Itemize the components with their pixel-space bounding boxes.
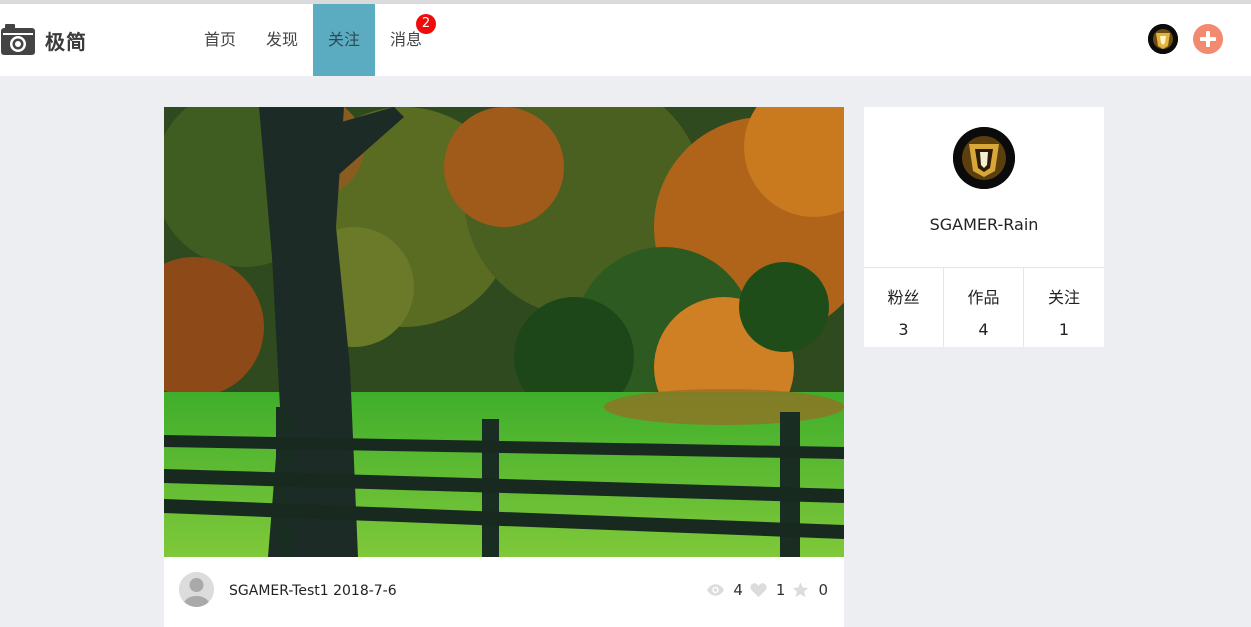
post-card: SGAMER-Test1 2018-7-6 4 1 0: [164, 107, 844, 627]
stat-value: 3: [898, 320, 909, 339]
eye-icon: [707, 584, 725, 596]
author-info: SGAMER-Test1 2018-7-6: [229, 583, 397, 599]
stat-followers[interactable]: 粉丝 3: [864, 268, 944, 347]
user-avatar-icon: [1148, 24, 1178, 54]
nav-item-label: 关注: [327, 30, 360, 49]
like-count: 1: [775, 581, 786, 599]
logo-text: 极简: [45, 29, 87, 54]
profile-name[interactable]: SGAMER-Rain: [864, 215, 1104, 234]
nav-item-label: 发现: [265, 30, 298, 49]
author-avatar[interactable]: [179, 572, 214, 607]
star-icon[interactable]: [791, 582, 810, 598]
post-stats: 4 1 0: [706, 580, 828, 600]
stat-value: 4: [978, 320, 989, 339]
profile-avatar[interactable]: [953, 127, 1015, 189]
stat-works[interactable]: 作品 4: [944, 268, 1024, 347]
post-image[interactable]: [164, 107, 844, 557]
stat-label: 关注: [1047, 288, 1080, 307]
nav-item-label: 首页: [203, 30, 236, 49]
message-count-badge: 2: [416, 14, 436, 34]
stat-label: 粉丝: [887, 288, 920, 307]
user-avatar[interactable]: [1148, 24, 1178, 54]
nav-item-home[interactable]: 首页: [189, 4, 251, 76]
logo[interactable]: 极简: [0, 23, 87, 57]
nav-item-messages[interactable]: 消息 2: [375, 4, 437, 76]
profile-stats: 粉丝 3 作品 4 关注 1: [864, 268, 1104, 347]
author-name[interactable]: SGAMER-Test1: [229, 583, 329, 599]
post-footer: SGAMER-Test1 2018-7-6 4 1 0: [164, 557, 844, 627]
nav-item-follow[interactable]: 关注: [313, 4, 375, 76]
view-count: 4: [733, 581, 743, 599]
heart-icon[interactable]: [749, 582, 768, 598]
default-avatar-icon: [179, 572, 214, 607]
main-nav: 首页 发现 关注 消息 2: [189, 4, 437, 76]
top-navbar: 极简 首页 发现 关注 消息 2: [0, 4, 1251, 76]
post-date: 2018-7-6: [333, 583, 397, 599]
stat-value: 1: [1058, 320, 1070, 339]
stat-following[interactable]: 关注 1: [1024, 268, 1104, 347]
camera-icon: [1, 24, 35, 55]
favorite-count: 0: [818, 581, 828, 599]
nav-item-label: 消息: [389, 30, 422, 49]
profile-card: SGAMER-Rain 粉丝 3 作品 4 关注 1: [864, 107, 1104, 347]
add-button[interactable]: [1193, 24, 1223, 54]
nav-item-discover[interactable]: 发现: [251, 4, 313, 76]
stat-label: 作品: [967, 288, 1000, 307]
profile-avatar-icon: [953, 127, 1015, 189]
